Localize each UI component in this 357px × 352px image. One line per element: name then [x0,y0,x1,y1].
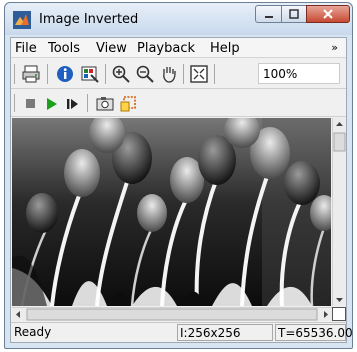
menu-view[interactable]: View [96,41,127,56]
title-bar[interactable]: Image Inverted [5,3,352,35]
zoom-out-icon[interactable] [135,64,155,84]
toolbar-separator [47,64,48,84]
minimize-icon [264,16,273,18]
toolbar-separator [105,64,106,84]
menu-bar: File Tools View Playback Help » [11,38,346,58]
image-size-readout: I:256x256 [177,324,273,341]
image-display[interactable] [12,118,331,306]
stop-icon[interactable] [21,94,41,114]
time-readout: T=65536.00 [275,324,353,341]
horizontal-scrollbar[interactable] [12,307,332,321]
menu-overflow-icon[interactable]: » [331,41,338,54]
inverted-tulips-image [12,118,331,306]
toolbar-separator [14,64,15,84]
status-text: Ready [14,325,52,339]
pixel-region-icon[interactable] [80,64,100,84]
close-button[interactable] [306,5,350,23]
menu-file[interactable]: File [15,41,37,56]
menu-playback[interactable]: Playback [137,41,195,56]
toolbar-separator [183,64,184,84]
maximize-icon [289,9,299,19]
zoom-in-icon[interactable] [111,64,131,84]
horizontal-scroll-arrows-icon [16,308,328,321]
main-toolbar: 100% [11,59,346,89]
maximize-button[interactable] [281,5,307,23]
close-icon [323,9,333,19]
window-title: Image Inverted [39,12,139,27]
toolbar-separator [87,94,88,112]
app-window: Image Inverted File Tools View Playback … [4,2,353,349]
snapshot-icon[interactable] [95,94,115,114]
step-forward-icon[interactable] [63,94,83,114]
info-icon[interactable] [55,64,75,84]
highlight-icon[interactable] [119,94,139,114]
status-bar: Ready I:256x256 T=65536.00 [11,322,353,342]
vertical-scrollbar[interactable] [332,118,346,306]
resize-corner[interactable] [332,307,346,321]
client-area: File Tools View Playback Help » 100% Rea… [10,37,353,343]
playback-toolbar [11,89,346,117]
toolbar-separator [214,64,215,84]
menu-tools[interactable]: Tools [48,41,80,56]
print-icon[interactable] [21,64,41,84]
minimize-button[interactable] [255,5,282,23]
zoom-level-field[interactable]: 100% [258,63,340,84]
toolbar-separator [14,94,15,112]
menu-help[interactable]: Help [210,41,240,56]
fit-to-window-icon[interactable] [189,64,209,84]
pan-hand-icon[interactable] [159,64,179,84]
vertical-scroll-arrows-icon [333,122,346,302]
play-icon[interactable] [42,94,62,114]
matlab-logo-icon [13,11,31,29]
